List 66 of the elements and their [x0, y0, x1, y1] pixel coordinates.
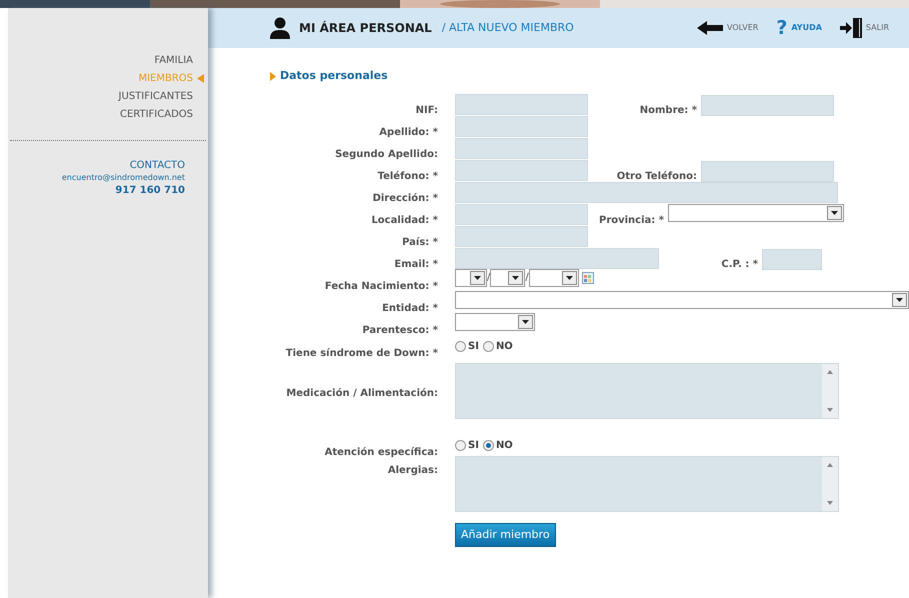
question-mark-icon: ?: [776, 18, 788, 38]
input-field[interactable]: [701, 95, 834, 116]
radio-label: SI: [468, 340, 479, 354]
radio-button[interactable]: [455, 440, 466, 450]
page-subtitle: / ALTA NUEVO MIEMBRO: [442, 20, 574, 36]
radio-button[interactable]: [482, 440, 494, 450]
radio-label: SI: [468, 438, 479, 452]
input-field[interactable]: [455, 204, 588, 225]
date-separator: /: [487, 271, 490, 285]
field-label: Medicación / Alimentación:: [286, 388, 438, 399]
field-label: País: *: [402, 236, 438, 248]
input-field[interactable]: [455, 94, 588, 115]
input-field[interactable]: [455, 182, 838, 203]
input-field[interactable]: [455, 226, 588, 247]
contact-phone: 917 160 710: [115, 184, 185, 198]
page-title: MI ÁREA PERSONAL: [299, 20, 432, 37]
radio-label: NO: [496, 438, 513, 452]
field-label: Provincia: *: [598, 214, 664, 226]
exit-door-icon: [840, 18, 862, 38]
input-field[interactable]: [455, 116, 588, 137]
arrow-left-icon: [697, 21, 724, 35]
field-label: Alergias:: [388, 464, 438, 476]
person-icon: [270, 17, 290, 39]
field-label: Dirección: *: [372, 192, 438, 204]
nav-link[interactable]: JUSTIFICANTES: [118, 89, 193, 104]
field-label: Localidad: *: [371, 214, 438, 226]
radio-button[interactable]: [482, 340, 494, 352]
input-field[interactable]: [455, 160, 588, 181]
header-link[interactable]: VOLVER: [697, 21, 758, 35]
field-label: Atención específica:: [324, 446, 438, 458]
field-label: Teléfono: *: [378, 170, 438, 182]
header-link[interactable]: SALIR: [840, 18, 889, 38]
scroll-down-icon[interactable]: [827, 408, 833, 412]
input-field[interactable]: [762, 249, 822, 270]
field-label: Segundo Apellido:: [335, 148, 438, 160]
input-field[interactable]: [455, 138, 588, 159]
field-label: Nombre: *: [640, 104, 697, 116]
dropdown[interactable]: [490, 268, 526, 286]
add-member-button[interactable]: Añadir miembro: [455, 522, 556, 547]
scroll-down-icon[interactable]: [827, 500, 833, 504]
field-label: Parentesco: *: [362, 324, 438, 336]
field-label: Apellido: *: [379, 126, 438, 138]
field-label: C.P. : *: [721, 258, 758, 270]
radio-label: NO: [496, 340, 513, 354]
date-separator: /: [525, 271, 529, 285]
nav-link[interactable]: FAMILIA: [154, 53, 193, 68]
input-field[interactable]: [455, 248, 659, 269]
radio-button[interactable]: [455, 340, 466, 352]
header-link[interactable]: ? AYUDA: [776, 18, 822, 38]
field-label: Otro Teléfono:: [616, 170, 697, 182]
scroll-up-icon[interactable]: [827, 462, 833, 466]
dropdown[interactable]: [455, 268, 487, 286]
selected-marker-icon: [197, 74, 204, 83]
contact-heading: CONTACTO: [130, 159, 185, 172]
input-field[interactable]: [701, 161, 834, 182]
field-label: Email: *: [394, 258, 438, 270]
section-arrow-icon: [270, 72, 276, 81]
field-label: Tiene síndrome de Down: *: [286, 348, 438, 358]
section-title: Datos personales: [280, 68, 388, 84]
field-label: Entidad: *: [382, 302, 438, 314]
nav-link[interactable]: CERTIFICADOS: [120, 107, 193, 122]
scroll-up-icon[interactable]: [827, 370, 833, 374]
field-label: Fecha Nacimiento: *: [324, 280, 438, 292]
calendar-icon[interactable]: [582, 272, 594, 284]
field-label: NIF:: [416, 104, 438, 116]
contact-email[interactable]: encuentro@sindromedown.net: [62, 172, 185, 184]
